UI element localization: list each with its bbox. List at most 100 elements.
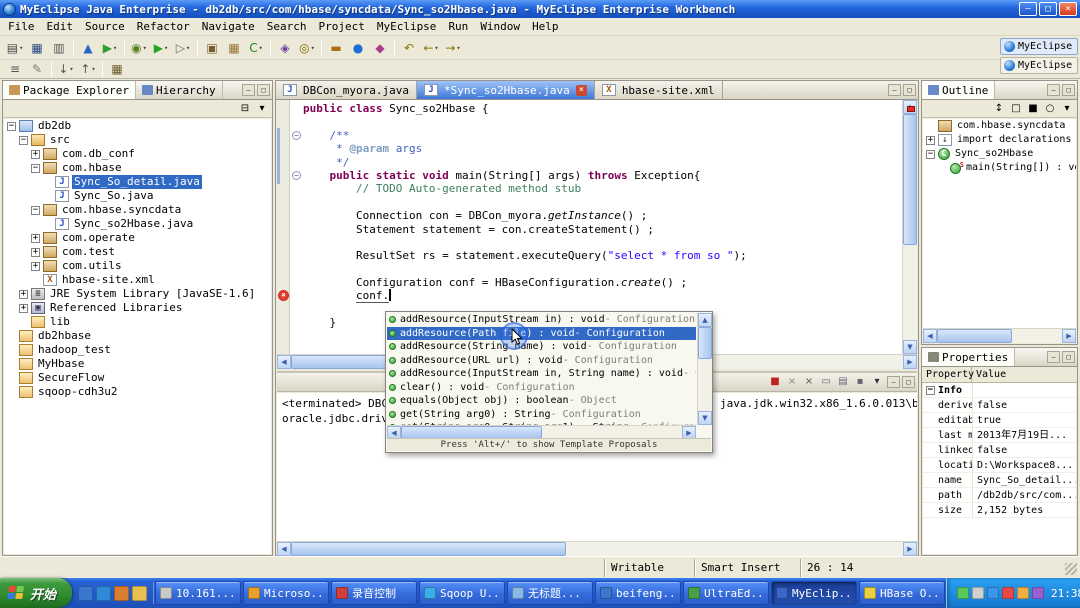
database-explorer-button[interactable]: ▬ xyxy=(326,38,346,58)
tray-icon-3[interactable] xyxy=(987,587,1000,599)
dropdown-arrow-icon[interactable]: ▾ xyxy=(19,44,23,52)
sort-button[interactable]: ↕ xyxy=(991,101,1007,116)
expander-icon[interactable]: − xyxy=(7,121,16,131)
hide-static-members-button[interactable]: ■ xyxy=(1025,101,1041,116)
tree-item-com-hbase[interactable]: − com.hbase xyxy=(4,161,271,175)
tree-item-hbase-site-xml[interactable]: −Xhbase-site.xml xyxy=(4,273,271,287)
tray-icon-4[interactable] xyxy=(1002,587,1015,599)
open-console-button[interactable]: ▾ xyxy=(869,374,885,389)
menu-run[interactable]: Run xyxy=(442,19,474,34)
tree-item-com-db-conf[interactable]: + com.db_conf xyxy=(4,147,271,161)
scroll-track[interactable] xyxy=(291,542,903,556)
tray-icon-1[interactable] xyxy=(957,587,970,599)
annotation-ruler[interactable]: × xyxy=(277,100,290,354)
menu-window[interactable]: Window xyxy=(474,19,526,34)
minimize-view-button[interactable]: – xyxy=(242,84,255,96)
run-button[interactable]: ▶ ▾ xyxy=(151,38,171,58)
editor-tab-hbase-site-xml[interactable]: Xhbase-site.xml xyxy=(595,81,723,99)
tree-item-sync-so-detail-java[interactable]: −JSync_So_detail.java xyxy=(4,175,271,189)
scroll-lock-button[interactable]: ▤ xyxy=(835,374,851,389)
property-row-info[interactable]: − Info xyxy=(923,383,1076,398)
back-button[interactable]: ← ▾ xyxy=(421,38,441,58)
insert-mode-status[interactable]: Smart Insert xyxy=(694,559,792,577)
search-button[interactable]: ◎ ▾ xyxy=(297,38,317,58)
new-wizard-button[interactable]: ▤ ▾ xyxy=(5,38,25,58)
resize-grip[interactable] xyxy=(1065,563,1077,575)
scroll-thumb[interactable] xyxy=(937,329,1012,343)
debug-button[interactable]: ◉ ▾ xyxy=(129,38,149,58)
maximize-view-button[interactable]: □ xyxy=(1062,351,1075,363)
close-button[interactable]: × xyxy=(1059,2,1077,16)
save-button[interactable]: ▦ xyxy=(27,38,47,58)
taskbar-clock[interactable]: 21:38 xyxy=(1051,587,1080,600)
minimize-view-button[interactable]: – xyxy=(1047,351,1060,363)
code-line[interactable]: // TODO Auto-generated method stub xyxy=(303,182,901,195)
expander-icon[interactable]: + xyxy=(31,261,40,271)
editor-vscrollbar[interactable]: ▲▼ xyxy=(902,100,917,354)
tree-item-com-hbase-syncdata[interactable]: − com.hbase.syncdata xyxy=(4,203,271,217)
tree-item-sync-so-java[interactable]: −JSync_So.java xyxy=(4,189,271,203)
properties-tab-properties[interactable]: Properties xyxy=(922,348,1016,366)
expander-icon[interactable]: + xyxy=(31,149,40,159)
value-column-header[interactable]: Value xyxy=(972,367,1077,382)
code-line[interactable] xyxy=(303,236,901,249)
menu-edit[interactable]: Edit xyxy=(41,19,80,34)
expander-icon[interactable]: + xyxy=(19,289,28,299)
taskbar-button-无标题[interactable]: 无标题... xyxy=(507,581,594,605)
view-menu-button[interactable]: ▾ xyxy=(254,101,270,116)
remove-launch-button[interactable]: × xyxy=(784,374,800,389)
tree-item-secureflow[interactable]: −SecureFlow xyxy=(4,371,271,385)
expander-icon[interactable]: + xyxy=(31,233,40,243)
open-type-button[interactable]: ◈ xyxy=(275,38,295,58)
scroll-up-icon[interactable]: ▲ xyxy=(698,313,712,327)
outline-item-sync-so2hbase[interactable]: − C Sync_so2Hbase xyxy=(923,147,1076,161)
outline-hscrollbar[interactable]: ◀ ▶ xyxy=(923,328,1076,343)
menu-source[interactable]: Source xyxy=(79,19,131,34)
completion-item-1[interactable]: addResource(InputStream in) : void - Con… xyxy=(387,313,696,327)
tray-icon-6[interactable] xyxy=(1032,587,1045,599)
tree-item-src[interactable]: − src xyxy=(4,133,271,147)
perspective-button-2[interactable]: MyEclipse ... xyxy=(1000,57,1078,74)
dropdown-arrow-icon[interactable]: ▾ xyxy=(91,65,95,73)
scroll-left-icon[interactable]: ◀ xyxy=(277,355,291,369)
menu-refactor[interactable]: Refactor xyxy=(131,19,196,34)
tree-item-hadoop-test[interactable]: −hadoop_test xyxy=(4,343,271,357)
forward-button[interactable]: → ▾ xyxy=(443,38,463,58)
property-row-size[interactable]: −size 2,152 bytes xyxy=(923,503,1076,518)
pin-console-button[interactable]: ▪ xyxy=(852,374,868,389)
property-row-last-m[interactable]: −last m 2013年7月19日... xyxy=(923,428,1076,443)
tree-item-com-test[interactable]: + com.test xyxy=(4,245,271,259)
tray-icon-2[interactable] xyxy=(972,587,985,599)
start-button[interactable]: 开始 xyxy=(0,578,73,608)
myeclipse-deploy-button[interactable]: ▲ xyxy=(78,38,98,58)
dropdown-arrow-icon[interactable]: ▾ xyxy=(164,44,168,52)
web-browser-button[interactable]: ● xyxy=(348,38,368,58)
completion-hscrollbar[interactable]: ◀ ▶ xyxy=(387,425,696,439)
hide-fields-button[interactable]: □ xyxy=(1008,101,1024,116)
run-server-button[interactable]: ▶ ▾ xyxy=(100,38,120,58)
toggle-mark-occurrences-button[interactable]: ✎ xyxy=(27,59,47,79)
scroll-track[interactable] xyxy=(903,114,917,340)
fold-collapse-icon[interactable]: − xyxy=(292,171,301,180)
package-explorer-tab-package-explorer[interactable]: Package Explorer xyxy=(3,81,136,99)
menu-navigate[interactable]: Navigate xyxy=(196,19,261,34)
scroll-left-icon[interactable]: ◀ xyxy=(277,542,291,556)
tree-item-db2hbase[interactable]: −db2hbase xyxy=(4,329,271,343)
folding-column[interactable]: − − xyxy=(291,100,302,354)
taskbar-button-myeclip[interactable]: MyEclip... xyxy=(771,581,858,605)
outline-item-main-string-vo[interactable]: −Smain(String[]) : vo xyxy=(923,161,1076,175)
tree-item-jre-system-library-javase-1-6[interactable]: + ≡ JRE System Library [JavaSE-1.6] xyxy=(4,287,271,301)
scroll-left-icon[interactable]: ◀ xyxy=(923,329,937,343)
code-line[interactable]: */ xyxy=(303,156,901,169)
menu-project[interactable]: Project xyxy=(312,19,370,34)
taskbar-button-录音控制[interactable]: 录音控制 xyxy=(331,581,418,605)
perspective-button-1[interactable]: MyEclipse ... xyxy=(1000,38,1078,55)
clear-console-button[interactable]: ▭ xyxy=(818,374,834,389)
outline-tab-outline[interactable]: Outline xyxy=(922,81,996,99)
expander-icon[interactable]: − xyxy=(19,135,28,145)
code-line[interactable]: conf. xyxy=(303,289,901,304)
terminate-button[interactable]: ■ xyxy=(767,374,783,389)
expander-icon[interactable]: − xyxy=(31,205,40,215)
last-edit-location-button[interactable]: ↶ xyxy=(399,38,419,58)
new-java-project-button[interactable]: ▣ xyxy=(202,38,222,58)
